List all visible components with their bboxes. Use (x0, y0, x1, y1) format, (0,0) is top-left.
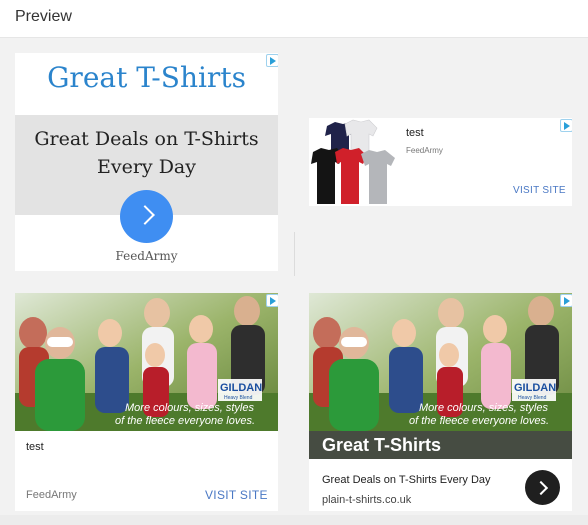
preview-title: Preview (15, 8, 72, 25)
ad-card-small[interactable]: test FeedArmy VISIT SITE (309, 118, 572, 206)
ad-title[interactable]: test (406, 127, 424, 139)
ad-description: Great Deals on T-Shirts Every Day (34, 128, 259, 178)
ad-brand: FeedArmy (115, 249, 178, 263)
ad-title[interactable]: test (26, 441, 44, 453)
adchoices-icon[interactable] (266, 54, 278, 67)
ad-card-image-overlay[interactable]: GILDAN Heavy Blend More colours, sizes, … (309, 293, 572, 511)
family-lifestyle-photo: GILDAN Heavy Blend More colours, sizes, … (15, 293, 278, 431)
photo-logo-sub: Heavy Blend (224, 395, 253, 401)
adchoices-icon[interactable] (560, 294, 572, 307)
chevron-right-icon[interactable] (120, 190, 173, 243)
ad-brand: FeedArmy (406, 146, 443, 155)
visit-site-link[interactable]: VISIT SITE (513, 185, 566, 196)
ad-card-large[interactable]: Great T-Shirts Great Deals on T-Shirts E… (15, 53, 278, 271)
chevron-right-icon[interactable] (525, 470, 560, 505)
ad-headline[interactable]: Great T-Shirts (322, 435, 441, 456)
photo-logo: GILDAN (514, 382, 556, 394)
photo-caption-2: of the fleece everyone loves. (409, 415, 549, 427)
adchoices-icon[interactable] (560, 119, 572, 132)
ad-brand: FeedArmy (26, 489, 77, 501)
ad-description: Great Deals on T-Shirts Every Day (322, 474, 491, 486)
preview-header: Preview (0, 0, 588, 38)
photo-logo: GILDAN (220, 382, 262, 394)
photo-caption-1: More colours, sizes, styles (419, 402, 548, 414)
visit-site-link[interactable]: VISIT SITE (205, 488, 268, 502)
adchoices-icon[interactable] (266, 294, 278, 307)
ad-headline[interactable]: Great T-Shirts (15, 61, 278, 94)
ad-card-image[interactable]: GILDAN Heavy Blend More colours, sizes, … (15, 293, 278, 511)
t-shirts-product-image (309, 118, 397, 206)
photo-caption-1: More colours, sizes, styles (125, 402, 254, 414)
photo-caption-2: of the fleece everyone loves. (115, 415, 255, 427)
column-divider (294, 232, 295, 276)
ad-display-url[interactable]: plain-t-shirts.co.uk (322, 494, 411, 506)
photo-logo-sub: Heavy Blend (518, 395, 547, 401)
bottom-strip (0, 515, 588, 525)
